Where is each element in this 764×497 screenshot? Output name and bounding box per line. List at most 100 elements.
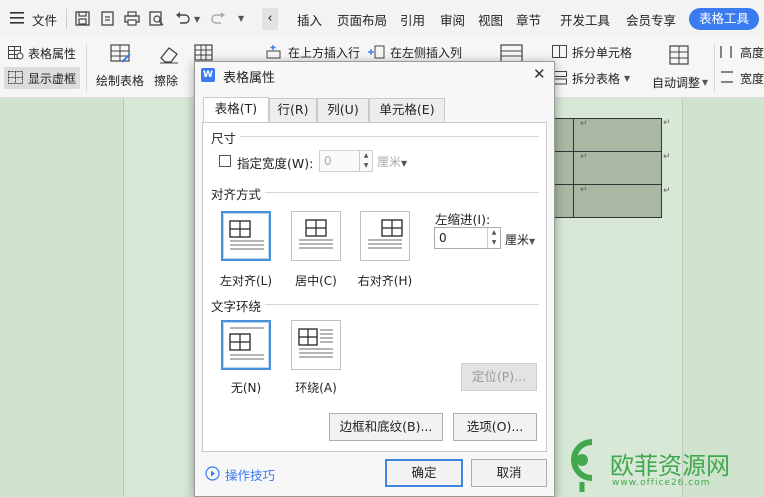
indent-unit: 厘米 <box>505 233 530 247</box>
table-properties-button[interactable]: 表格属性 <box>6 44 80 64</box>
tab-column[interactable]: 列(U) <box>317 98 369 122</box>
ok-button[interactable]: 确定 <box>385 459 463 487</box>
specify-width-checkbox[interactable] <box>219 155 231 167</box>
hamburger-icon[interactable] <box>10 12 24 24</box>
table-properties-label: 表格属性 <box>28 47 77 61</box>
width-icon <box>720 71 734 83</box>
tab-table[interactable]: 表格(T) <box>203 97 269 123</box>
table-grid-icon[interactable] <box>194 44 214 62</box>
auto-fit-label: 自动调整 <box>652 76 701 90</box>
size-separator <box>239 136 539 137</box>
ribbon-divider <box>86 44 87 92</box>
align-section-title: 对齐方式 <box>211 184 266 203</box>
insert-column-left-label: 在左侧插入列 <box>390 46 463 60</box>
file-menu[interactable]: 文件 <box>32 10 57 29</box>
width-spinner[interactable]: 0 ▲ ▼ <box>319 150 373 172</box>
draw-table-button[interactable]: 绘制表格 <box>92 42 148 92</box>
wrap-around-option[interactable] <box>291 320 341 370</box>
spin-down-icon[interactable]: ▼ <box>488 238 500 248</box>
show-gridlines-button[interactable]: 显示虚框 <box>4 67 80 89</box>
undo-dropdown-icon[interactable]: ▼ <box>194 15 200 24</box>
row-height-control[interactable]: 高度 <box>718 42 764 62</box>
split-table-label: 拆分表格 <box>572 72 621 86</box>
align-left-option[interactable] <box>221 211 271 261</box>
tab-member[interactable]: 会员专享 <box>626 10 676 29</box>
watermark-url: www.office26.com <box>612 478 711 488</box>
tab-section[interactable]: 章节 <box>516 10 541 29</box>
align-right-icon <box>368 219 403 249</box>
tab-view[interactable]: 视图 <box>478 10 503 29</box>
width-label: 宽度 <box>740 72 764 86</box>
table-cell[interactable]: ↵ <box>573 184 662 218</box>
table-cell[interactable]: ↵ <box>573 118 662 152</box>
column-width-control[interactable]: 宽度 <box>718 68 764 88</box>
table-cell[interactable]: ↵ <box>573 151 662 185</box>
split-cells-button[interactable]: 拆分单元格 <box>550 42 640 62</box>
unit-dropdown-icon: ▼ <box>529 237 536 246</box>
watermark: 欧菲资源网 www.office26.com <box>562 436 762 496</box>
watermark-logo-icon <box>562 436 606 494</box>
watermark-text: 欧菲资源网 <box>610 452 730 480</box>
width-spin-buttons[interactable]: ▲ ▼ <box>359 151 372 171</box>
export-pdf-icon[interactable] <box>100 11 115 26</box>
table-row: ↵ <box>545 118 662 152</box>
redo-icon[interactable] <box>210 11 226 25</box>
options-button[interactable]: 选项(O)... <box>453 413 537 441</box>
width-unit-select[interactable]: 厘米▼ <box>377 153 407 170</box>
specify-width-label: 指定宽度(W): <box>237 156 314 171</box>
tab-page-layout[interactable]: 页面布局 <box>337 10 387 29</box>
spin-down-icon[interactable]: ▼ <box>360 161 372 171</box>
save-icon[interactable] <box>75 11 90 26</box>
spin-up-icon[interactable]: ▲ <box>488 228 500 238</box>
cancel-button[interactable]: 取消 <box>471 459 547 487</box>
position-button[interactable]: 定位(P)... <box>461 363 537 391</box>
print-icon[interactable] <box>124 11 140 26</box>
borders-shading-button[interactable]: 边框和底纹(B)... <box>329 413 443 441</box>
dialog-panel: 尺寸 指定宽度(W): 0 ▲ ▼ 厘米▼ 对齐方式 左对齐(L) 居中(C) … <box>202 122 547 452</box>
dialog-title: 表格属性 <box>223 71 276 86</box>
tab-table-tools[interactable]: 表格工具 <box>689 8 759 30</box>
insert-column-left-button[interactable]: 在左侧插入列 <box>366 42 470 62</box>
insert-row-above-button[interactable]: 在上方插入行 <box>262 42 366 62</box>
indent-spinner[interactable]: 0 ▲ ▼ <box>434 227 501 249</box>
tab-developer[interactable]: 开发工具 <box>560 10 610 29</box>
tips-label: 操作技巧 <box>225 468 276 483</box>
spin-up-icon[interactable]: ▲ <box>360 151 372 161</box>
tab-review[interactable]: 审阅 <box>440 10 465 29</box>
tab-row[interactable]: 行(R) <box>269 98 317 122</box>
table-properties-dialog: W 表格属性 ✕ 表格(T) 行(R) 列(U) 单元格(E) 尺寸 指定宽度(… <box>194 61 555 497</box>
wrap-none-option[interactable] <box>221 320 271 370</box>
row-end-mark: ↵ <box>663 186 671 196</box>
undo-icon[interactable] <box>175 11 191 25</box>
collapse-ribbon-icon[interactable]: ‹ <box>262 8 278 30</box>
tab-insert[interactable]: 插入 <box>297 10 322 29</box>
erase-button[interactable]: 擦除 <box>152 42 186 92</box>
split-table-button[interactable]: 拆分表格 ▼ <box>550 68 640 88</box>
cell-end-mark: ↵ <box>580 119 588 129</box>
row-end-mark: ↵ <box>663 152 671 162</box>
split-cells-label: 拆分单元格 <box>572 46 633 60</box>
align-right-option[interactable] <box>360 211 410 261</box>
draw-table-label: 绘制表格 <box>96 74 145 88</box>
height-label: 高度 <box>740 46 764 60</box>
table-row: ↵ <box>545 151 662 185</box>
document-table[interactable]: ↵ ↵ ↵ <box>545 118 662 218</box>
show-gridlines-label: 显示虚框 <box>28 72 77 86</box>
auto-fit-button[interactable]: 自动调整 ▼ <box>648 42 710 92</box>
indent-unit-select[interactable]: 厘米▼ <box>505 231 535 248</box>
tab-references[interactable]: 引用 <box>400 10 425 29</box>
width-value: 0 <box>324 154 332 168</box>
indent-spin-buttons[interactable]: ▲ ▼ <box>487 228 500 248</box>
wrap-none-label: 无(N) <box>230 381 262 395</box>
align-center-option[interactable] <box>291 211 341 261</box>
close-icon[interactable]: ✕ <box>533 65 546 83</box>
align-separator <box>263 192 539 193</box>
align-center-icon <box>299 219 333 249</box>
print-preview-icon[interactable] <box>149 11 164 26</box>
width-unit: 厘米 <box>377 155 402 169</box>
align-left-label: 左对齐(L) <box>219 274 273 288</box>
customize-quick-access-icon[interactable]: ▼ <box>238 14 244 23</box>
tab-cell[interactable]: 单元格(E) <box>369 98 445 122</box>
auto-fit-dropdown-icon: ▼ <box>702 78 709 87</box>
unit-dropdown-icon: ▼ <box>401 159 408 168</box>
